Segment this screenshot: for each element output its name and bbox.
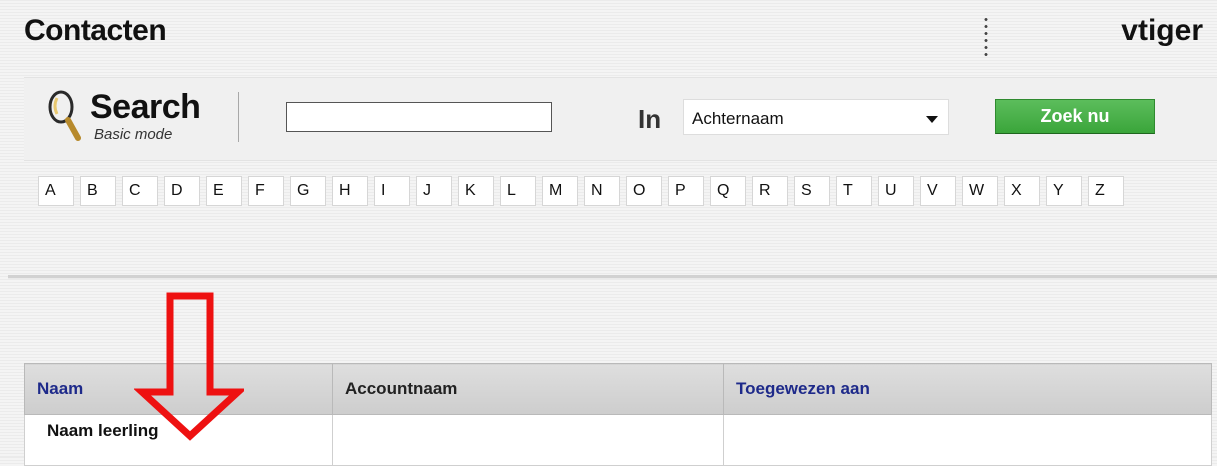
letter-c[interactable]: C: [122, 176, 158, 206]
letter-u[interactable]: U: [878, 176, 914, 206]
letter-k[interactable]: K: [458, 176, 494, 206]
brand-logo: vtiger: [1121, 14, 1203, 47]
in-label: In: [638, 104, 662, 134]
search-field-select[interactable]: Achternaam: [683, 99, 949, 135]
search-panel: Search Basic mode In Achternaam Zoek nu: [24, 77, 1217, 161]
header-bar: Contacten vtiger: [0, 0, 1217, 60]
letter-x[interactable]: X: [1004, 176, 1040, 206]
letter-e[interactable]: E: [206, 176, 242, 206]
divider: [238, 92, 239, 142]
chevron-down-icon: [926, 116, 938, 123]
letter-a[interactable]: A: [38, 176, 74, 206]
cell-toegewezen-aan: [723, 414, 1212, 466]
letter-g[interactable]: G: [290, 176, 326, 206]
letter-b[interactable]: B: [80, 176, 116, 206]
column-header-toegewezen-aan[interactable]: Toegewezen aan: [723, 363, 1212, 415]
letter-r[interactable]: R: [752, 176, 788, 206]
letter-o[interactable]: O: [626, 176, 662, 206]
search-mode-label[interactable]: Basic mode: [94, 126, 172, 143]
letter-z[interactable]: Z: [1088, 176, 1124, 206]
page-title: Contacten: [24, 14, 167, 47]
search-input[interactable]: [286, 102, 552, 132]
letter-p[interactable]: P: [668, 176, 704, 206]
red-arrow-down-icon: [134, 292, 244, 441]
column-header-accountnaam: Accountnaam: [332, 363, 724, 415]
letter-y[interactable]: Y: [1046, 176, 1082, 206]
letter-t[interactable]: T: [836, 176, 872, 206]
letter-s[interactable]: S: [794, 176, 830, 206]
letter-w[interactable]: W: [962, 176, 998, 206]
letter-d[interactable]: D: [164, 176, 200, 206]
search-heading: Search: [90, 88, 201, 126]
letter-f[interactable]: F: [248, 176, 284, 206]
search-button[interactable]: Zoek nu: [995, 99, 1155, 134]
letter-m[interactable]: M: [542, 176, 578, 206]
cell-accountnaam: [332, 414, 724, 466]
magnifier-icon: [48, 90, 81, 141]
letter-q[interactable]: Q: [710, 176, 746, 206]
alphabet-filter: A B C D E F G H I J K L M N O P Q R S T …: [38, 176, 1124, 206]
letter-i[interactable]: I: [374, 176, 410, 206]
letter-h[interactable]: H: [332, 176, 368, 206]
letter-j[interactable]: J: [416, 176, 452, 206]
letter-l[interactable]: L: [500, 176, 536, 206]
search-field-value: Achternaam: [692, 109, 784, 128]
vertical-dots-separator: [984, 16, 988, 60]
section-divider: [8, 275, 1217, 279]
letter-n[interactable]: N: [584, 176, 620, 206]
letter-v[interactable]: V: [920, 176, 956, 206]
